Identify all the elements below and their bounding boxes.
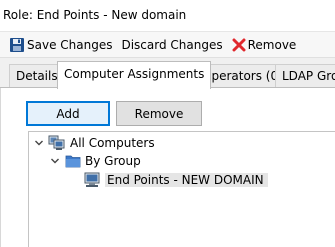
computer-icon bbox=[84, 172, 100, 187]
tree-node-by-group[interactable]: By Group bbox=[49, 152, 141, 170]
remove-role-button[interactable]: Remove bbox=[229, 34, 300, 56]
save-changes-button[interactable]: Save Changes bbox=[6, 34, 115, 56]
floppy-disk-icon bbox=[10, 37, 24, 52]
remove-x-icon bbox=[232, 38, 246, 51]
tree-node-all-computers[interactable]: All Computers bbox=[33, 134, 155, 152]
tab-strip: Details Computer Assignments Operators (… bbox=[0, 58, 335, 89]
remove-button[interactable]: Remove bbox=[116, 101, 202, 126]
by-group-label: By Group bbox=[85, 154, 141, 168]
tab-ldap-groups-label: LDAP Grou bbox=[282, 69, 335, 83]
tab-details-label: Details bbox=[16, 69, 58, 83]
tree-node-end-points[interactable]: End Points - NEW DOMAIN bbox=[83, 171, 268, 189]
add-button[interactable]: Add bbox=[26, 101, 110, 126]
tab-computer-assignments[interactable]: Computer Assignments bbox=[57, 61, 212, 89]
folder-icon bbox=[65, 155, 81, 168]
collapse-chevron-icon[interactable] bbox=[49, 155, 61, 167]
computers-group-icon bbox=[48, 135, 65, 150]
window-title-bar: Role: End Points - New domain bbox=[0, 0, 335, 32]
computer-assignments-panel: Add Remove All Computers By Group End Po… bbox=[0, 88, 335, 247]
remove-role-label: Remove bbox=[247, 37, 297, 52]
collapse-chevron-icon[interactable] bbox=[33, 137, 45, 149]
window-title: Role: End Points - New domain bbox=[3, 8, 187, 22]
computer-tree[interactable]: All Computers By Group End Points - NEW … bbox=[28, 131, 335, 247]
end-points-label: End Points - NEW DOMAIN bbox=[105, 173, 268, 187]
tab-computer-assignments-label: Computer Assignments bbox=[64, 67, 205, 81]
discard-changes-button[interactable]: Discard Changes bbox=[118, 34, 225, 56]
discard-changes-label: Discard Changes bbox=[121, 37, 223, 52]
all-computers-label: All Computers bbox=[70, 136, 155, 150]
toolbar: Save Changes Discard Changes Remove bbox=[0, 32, 335, 58]
save-changes-label: Save Changes bbox=[27, 37, 113, 52]
tab-operators-label: Operators (0) bbox=[202, 69, 283, 83]
tab-ldap-groups[interactable]: LDAP Grou bbox=[275, 64, 335, 88]
